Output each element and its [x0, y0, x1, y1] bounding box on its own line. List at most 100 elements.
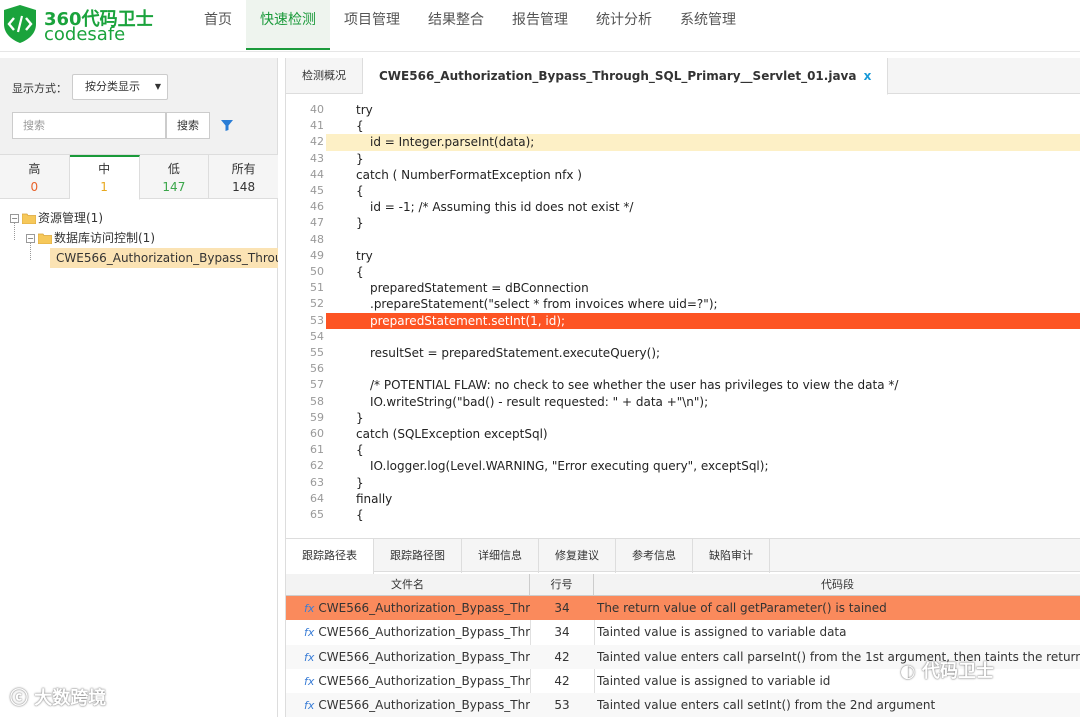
code-text: id = -1; /* Assuming this id does not ex…: [370, 200, 634, 215]
tab-trace-graph[interactable]: 跟踪路径图: [374, 539, 462, 573]
severity-name: 中: [98, 162, 111, 176]
severity-count: 147: [162, 180, 186, 194]
function-icon: fx: [304, 650, 315, 664]
severity-tab-low[interactable]: 低 147: [140, 155, 210, 198]
line-number: 49: [310, 248, 324, 262]
code-line: 56: [286, 361, 1080, 377]
line-number: 47: [310, 216, 324, 230]
code-text: }: [356, 151, 364, 166]
nav-statistics[interactable]: 统计分析: [582, 0, 666, 50]
cell-file: fx CWE566_Authorization_Bypass_Thro...: [304, 645, 530, 670]
file-name: CWE566_Authorization_Bypass_Thro...: [318, 673, 530, 688]
watermark-right: ◐ 代码卫士: [900, 657, 994, 683]
code-line: 52 .prepareStatement("select * from invoi…: [286, 296, 1080, 312]
line-number: 52: [310, 297, 324, 311]
collapse-icon[interactable]: −: [10, 213, 19, 223]
line-number: 63: [310, 475, 324, 489]
line-number: 56: [310, 362, 324, 376]
tab-source-file-label: CWE566_Authorization_Bypass_Through_SQL_…: [379, 69, 857, 83]
line-number: 64: [310, 491, 324, 505]
nav-reports[interactable]: 报告管理: [498, 0, 582, 50]
tab-source-file[interactable]: CWE566_Authorization_Bypass_Through_SQL_…: [363, 58, 889, 95]
tab-details[interactable]: 详细信息: [462, 539, 539, 573]
column-header-code[interactable]: 代码段: [594, 574, 1080, 596]
cell-file: fx CWE566_Authorization_Bypass_Thro...: [304, 693, 530, 717]
file-name: CWE566_Authorization_Bypass_Thro...: [318, 649, 530, 664]
line-number: 62: [310, 459, 324, 473]
tree-node-root[interactable]: − 资源管理(1): [10, 208, 103, 228]
shield-logo-icon: [4, 5, 36, 43]
trace-table-header: 文件名 行号 代码段: [286, 574, 1080, 596]
code-text: preparedStatement = dBConnection: [370, 281, 589, 296]
code-line: 47}: [286, 215, 1080, 231]
display-mode-select[interactable]: 按分类显示 ▼: [72, 74, 168, 100]
code-line: 44 catch ( NumberFormatException nfx ): [286, 167, 1080, 183]
code-line: 54: [286, 329, 1080, 345]
tree-node-leaf[interactable]: CWE566_Authorization_Bypass_Through_SQL_…: [50, 248, 278, 268]
line-number: 65: [310, 508, 324, 521]
nav-quick-scan[interactable]: 快速检测: [246, 0, 330, 50]
column-header-line[interactable]: 行号: [530, 574, 594, 596]
file-name: CWE566_Authorization_Bypass_Thro...: [318, 601, 530, 615]
code-text: }: [356, 475, 364, 490]
cell-code: Tainted value is assigned to variable id: [597, 673, 831, 688]
cell-line: 42: [554, 649, 570, 664]
code-line: 58 IO.writeString("bad() - result request…: [286, 394, 1080, 410]
severity-count: 148: [232, 180, 256, 194]
code-line: 51 preparedStatement = dBConnection: [286, 280, 1080, 296]
tree-node-child[interactable]: − 数据库访问控制(1): [26, 228, 155, 248]
main-nav: 首页 快速检测 项目管理 结果整合 报告管理 统计分析 系统管理: [190, 0, 750, 50]
tab-fix-suggestion[interactable]: 修复建议: [539, 539, 616, 573]
table-row[interactable]: fx CWE566_Authorization_Bypass_Thro... 53 T…: [286, 693, 1080, 717]
code-text: {: [356, 508, 364, 522]
table-row[interactable]: fx CWE566_Authorization_Bypass_Thro... 34 T…: [286, 620, 1080, 644]
search-input[interactable]: 搜索: [12, 112, 166, 139]
code-line: 40 try: [286, 102, 1080, 118]
line-number: 46: [310, 200, 324, 214]
code-text: {: [356, 184, 364, 198]
code-text: id = Integer.parseInt(data);: [370, 135, 535, 150]
wechat-icon: ◐: [900, 661, 916, 682]
code-line: 57 /* POTENTIAL FLAW: no check to see whe…: [286, 377, 1080, 393]
line-number: 45: [310, 184, 324, 197]
left-toolbar: 显示方式： 按分类显示 ▼ 搜索 搜索: [0, 58, 277, 155]
tab-overview[interactable]: 检测概况: [286, 58, 363, 94]
line-number: 43: [310, 151, 324, 165]
nav-results[interactable]: 结果整合: [414, 0, 498, 50]
nav-projects[interactable]: 项目管理: [330, 0, 414, 50]
logo[interactable]: 360代码卫士 codesafe: [2, 4, 154, 46]
tab-defect-audit[interactable]: 缺陷审计: [693, 539, 770, 573]
search-button[interactable]: 搜索: [166, 112, 210, 139]
right-panel: 检测概况 CWE566_Authorization_Bypass_Through…: [285, 58, 1080, 717]
line-number: 44: [310, 167, 324, 181]
severity-tab-high[interactable]: 高 0: [0, 155, 70, 198]
line-number: 51: [310, 281, 324, 295]
filter-icon[interactable]: [220, 118, 234, 132]
collapse-icon[interactable]: −: [26, 233, 35, 243]
table-row[interactable]: fx CWE566_Authorization_Bypass_Thro... 34 T…: [286, 596, 1080, 620]
code-line: 60 catch (SQLException exceptSql): [286, 426, 1080, 442]
severity-tab-all[interactable]: 所有 148: [209, 155, 278, 198]
code-viewer[interactable]: 40 try 41{42 id = Integer.parseInt(data); 43…: [286, 102, 1080, 574]
nav-home[interactable]: 首页: [190, 0, 246, 50]
line-number: 60: [310, 427, 324, 440]
line-number: 40: [310, 103, 324, 116]
watermark-text: 大数跨境: [34, 688, 107, 709]
line-number: 48: [310, 232, 324, 246]
line-number: 54: [310, 329, 324, 343]
severity-name: 低: [167, 162, 180, 176]
tab-references[interactable]: 参考信息: [616, 539, 693, 573]
line-number: 41: [310, 119, 324, 133]
cell-line: 34: [554, 625, 570, 640]
nav-system[interactable]: 系统管理: [666, 0, 750, 50]
column-header-file[interactable]: 文件名: [286, 574, 530, 596]
code-line: 65 {: [286, 507, 1080, 523]
tree-node-label: 资源管理(1): [38, 211, 103, 225]
tab-trace-table[interactable]: 跟踪路径表: [286, 539, 374, 574]
code-text: IO.writeString("bad() - result requested…: [370, 394, 709, 409]
close-icon[interactable]: x: [864, 69, 872, 83]
code-text: IO.logger.log(Level.WARNING, "Error exec…: [370, 459, 769, 474]
watermark-text: 代码卫士: [922, 661, 994, 682]
cell-file: fx CWE566_Authorization_Bypass_Thro...: [304, 596, 530, 621]
severity-tab-medium[interactable]: 中 1: [69, 155, 140, 200]
